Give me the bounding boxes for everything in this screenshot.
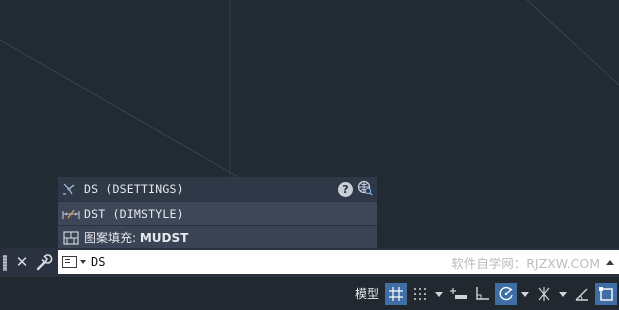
suggestion-label: 图案填充: MUDST	[84, 229, 188, 246]
command-line-bar: ✕ 软件自学网：RJZXW.COM	[0, 248, 619, 277]
dsettings-icon	[62, 181, 80, 197]
suggestion-label: DST (DIMSTYLE)	[84, 206, 184, 221]
isometric-dropdown-icon[interactable]	[557, 283, 569, 305]
model-space-button[interactable]: 模型	[351, 283, 383, 305]
suggestion-label: DS (DSETTINGS)	[84, 182, 184, 196]
watermark-text: 软件自学网：RJZXW.COM	[451, 255, 600, 271]
drag-handle-icon[interactable]	[3, 255, 7, 271]
command-input[interactable]	[89, 252, 452, 272]
suggestion-prefix: 图案填充:	[84, 231, 140, 245]
status-bar-tools: 模型	[351, 283, 617, 305]
polar-dropdown-icon[interactable]	[519, 283, 531, 305]
command-history-icon[interactable]	[606, 259, 614, 265]
suggestion-name: MUDST	[139, 231, 189, 245]
wrench-icon[interactable]	[35, 253, 53, 271]
polar-tracking-icon[interactable]	[495, 283, 517, 305]
suggestion-dsettings[interactable]: DS (DSETTINGS) ?	[58, 177, 377, 201]
suggestion-hatch[interactable]: 图案填充: MUDST	[58, 225, 377, 249]
suggestion-dimstyle[interactable]: DST (DIMSTYLE)	[58, 201, 377, 225]
command-autocomplete-list: DS (DSETTINGS) ? DST (DIMSTYLE) 图案填充: MU…	[58, 177, 377, 249]
snap-dropdown-icon[interactable]	[433, 283, 445, 305]
help-icon[interactable]: ?	[338, 181, 353, 197]
ortho-mode-icon[interactable]	[471, 283, 493, 305]
object-snap-icon[interactable]	[595, 283, 617, 305]
isometric-draft-icon[interactable]	[533, 283, 555, 305]
object-snap-tracking-icon[interactable]	[571, 283, 593, 305]
chevron-down-icon[interactable]	[80, 260, 86, 264]
dynamic-input-icon[interactable]	[447, 283, 469, 305]
hatch-icon	[62, 230, 80, 246]
grid-display-icon[interactable]	[385, 283, 407, 305]
command-input-box[interactable]: 软件自学网：RJZXW.COM	[58, 250, 619, 274]
snap-mode-icon[interactable]	[409, 283, 431, 305]
dimstyle-icon	[62, 206, 80, 222]
close-icon[interactable]: ✕	[13, 252, 31, 272]
command-prompt-icon[interactable]	[62, 256, 77, 268]
status-bar: 模型	[0, 277, 619, 310]
search-web-icon[interactable]	[357, 180, 373, 199]
